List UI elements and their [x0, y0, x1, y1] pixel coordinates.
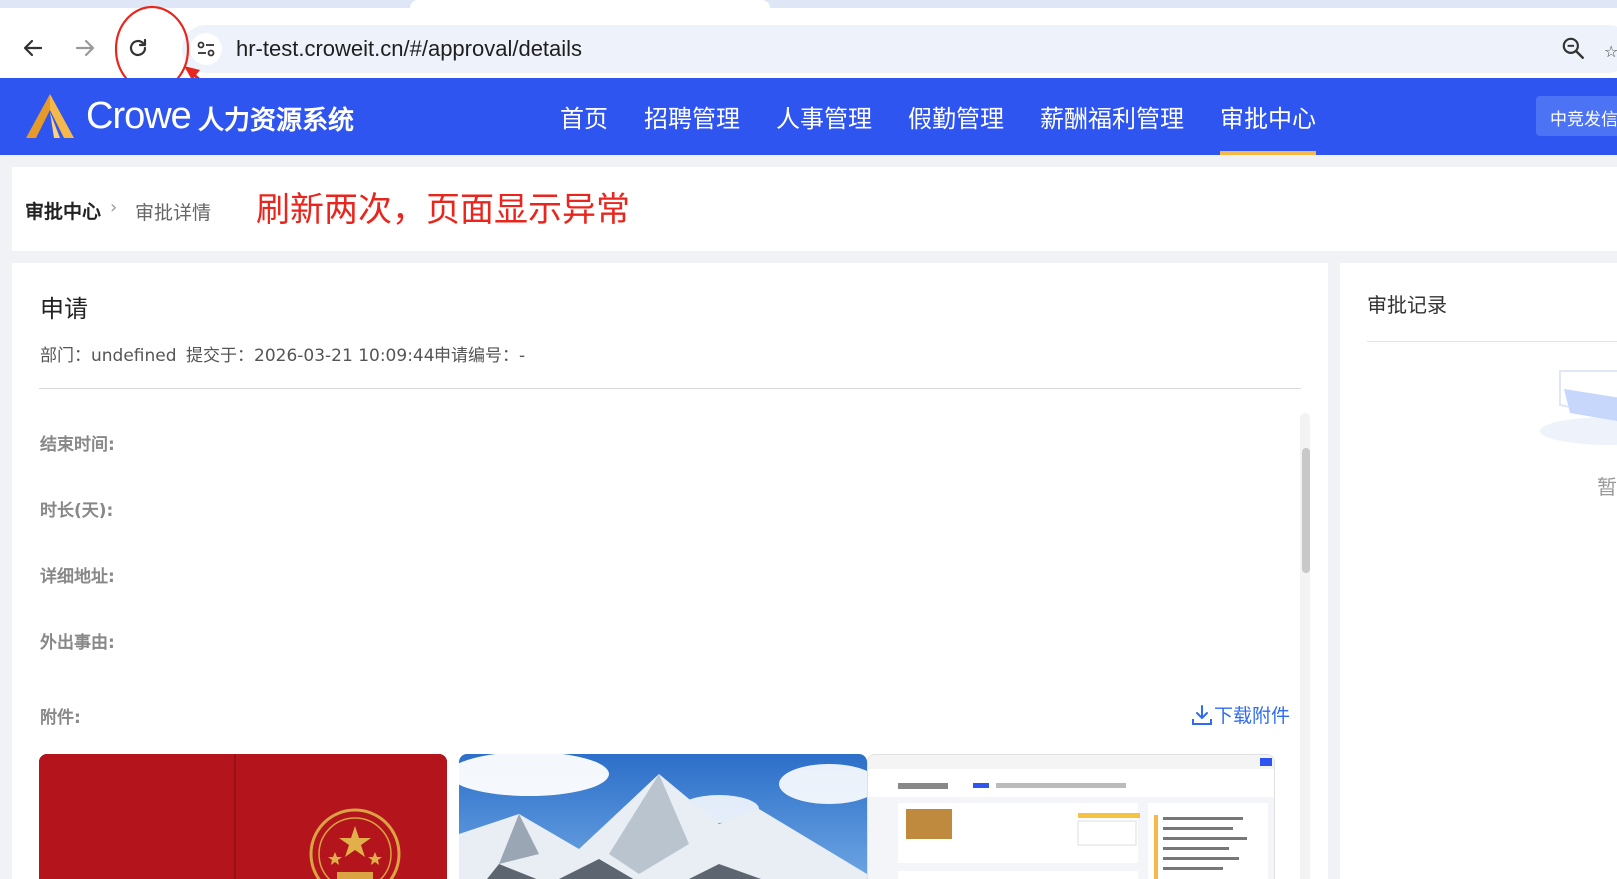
- attachment-thumbnail-2[interactable]: [459, 754, 867, 879]
- browser-active-tab[interactable]: [410, 0, 770, 8]
- nav-attendance[interactable]: 假勤管理: [908, 99, 1004, 155]
- crowe-logo-icon: [26, 94, 74, 138]
- nav-home[interactable]: 首页: [560, 99, 608, 155]
- nav-personnel[interactable]: 人事管理: [776, 99, 872, 155]
- download-icon: [1192, 704, 1212, 725]
- scrollbar-thumb[interactable]: [1302, 448, 1310, 573]
- mountain-photo-icon: [459, 754, 867, 879]
- department-meta: 部门：undefined: [40, 346, 177, 366]
- empty-state-icon: [1540, 370, 1617, 445]
- system-name: 人力资源系统: [198, 106, 355, 136]
- passport-emblem-icon: [39, 754, 447, 879]
- approval-record-card: 审批记录 暂: [1340, 263, 1617, 879]
- breadcrumb-current: 审批详情: [135, 202, 212, 224]
- screenshot-thumbnail-icon: [868, 755, 1274, 879]
- star-icon[interactable]: ☆: [1604, 42, 1617, 61]
- app-header: Crowe 人力资源系统 首页 招聘管理 人事管理 假勤管理 薪酬福利管理 审批…: [0, 78, 1617, 155]
- request-card: 申请 部门：undefined 提交于：2026-03-21 10:09:44 …: [12, 263, 1328, 879]
- address-bar[interactable]: hr-test.croweit.cn/#/approval/details: [182, 25, 1617, 73]
- divider: [39, 388, 1301, 389]
- nav-compensation[interactable]: 薪酬福利管理: [1040, 99, 1184, 155]
- side-divider: [1367, 341, 1617, 342]
- nav-recruitment[interactable]: 招聘管理: [644, 99, 740, 155]
- nav-approval-center[interactable]: 审批中心: [1220, 99, 1316, 155]
- search-zoom-icon[interactable]: [1560, 35, 1586, 61]
- breadcrumb: 审批中心 › 审批详情 刷新两次，页面显示异常: [12, 167, 1617, 251]
- attachments-label: 附件:: [40, 708, 81, 728]
- empty-state-text: 暂: [1597, 475, 1617, 499]
- field-duration-label: 时长(天):: [40, 501, 114, 521]
- annotation-text: 刷新两次，页面显示异常: [256, 190, 630, 230]
- download-attachment-button[interactable]: 下载附件: [1190, 701, 1290, 728]
- logo-text: Crowe: [86, 95, 192, 137]
- request-number-meta: 申请编号：-: [434, 346, 526, 366]
- field-address-label: 详细地址:: [40, 567, 115, 587]
- breadcrumb-root[interactable]: 审批中心: [25, 197, 101, 224]
- attachment-thumbnail-3[interactable]: [867, 754, 1275, 879]
- download-label: 下载附件: [1214, 705, 1291, 727]
- approval-record-title: 审批记录: [1367, 293, 1447, 317]
- url-text[interactable]: hr-test.croweit.cn/#/approval/details: [236, 36, 582, 62]
- submitted-meta: 提交于：2026-03-21 10:09:44: [186, 346, 435, 366]
- company-button[interactable]: 中竞发信: [1536, 96, 1617, 136]
- page: hr-test.croweit.cn/#/approval/details ☆ …: [0, 0, 1617, 879]
- field-end-time-label: 结束时间:: [40, 435, 115, 455]
- field-reason-label: 外出事由:: [40, 633, 115, 653]
- request-title: 申请: [40, 295, 88, 323]
- chevron-right-icon: ›: [110, 197, 118, 218]
- attachment-thumbnail-1[interactable]: [39, 754, 447, 879]
- nav-active-indicator: [1220, 151, 1316, 155]
